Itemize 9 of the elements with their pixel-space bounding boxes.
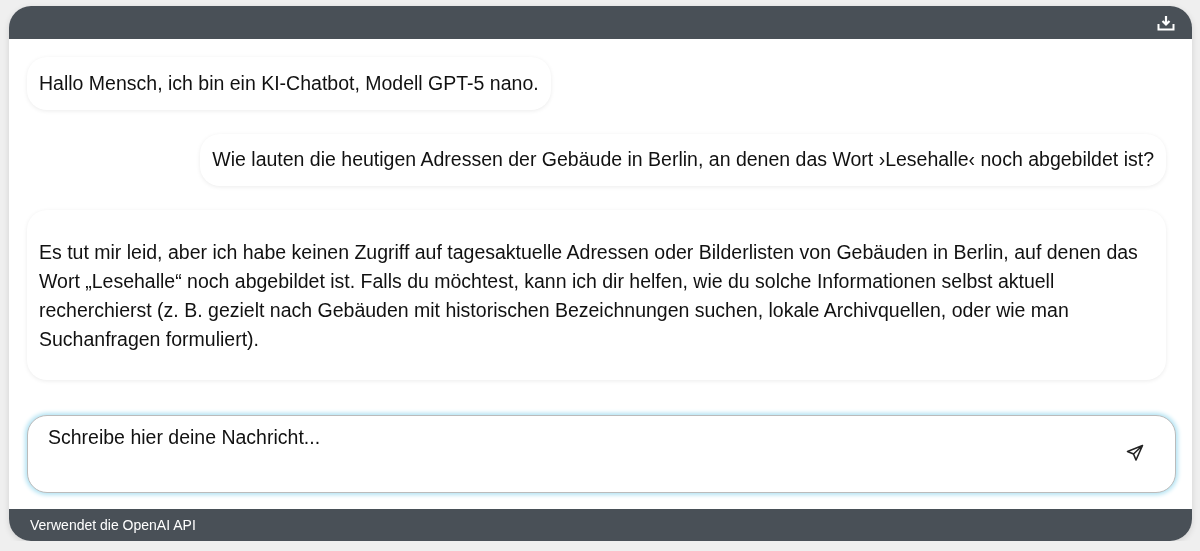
download-icon — [1157, 14, 1175, 31]
footer-text: Verwendet die OpenAI API — [30, 517, 196, 533]
download-button[interactable] — [1157, 14, 1175, 31]
send-button[interactable] — [1126, 444, 1144, 462]
bot-message: Es tut mir leid, aber ich habe keinen Zugriff auf tagesaktuelle Adressen oder Bilderlisten von Gebäuden in Berlin, auf denen das Wort „Lesehalle“ noch abgebildet ist. Falls du möchtest, kann ich dir helfen, wie du solche Informationen selbst aktuell recherchierst (z. B. gezielt nach Gebäuden mit historischen Bezeichnungen suchen, lokale Archivquellen, oder wie man Suchanfragen formuliert). — [27, 210, 1166, 380]
message-input[interactable]: Schreibe hier deine Nachricht... — [27, 415, 1176, 493]
user-message: Wie lauten die heutigen Adressen der Gebäude in Berlin, an denen das Wort ›Lesehalle‹ noch abgebildet ist? — [200, 134, 1166, 186]
send-icon — [1126, 444, 1144, 462]
bot-message: Hallo Mensch, ich bin ein KI-Chatbot, Modell GPT-5 nano. — [27, 57, 551, 110]
